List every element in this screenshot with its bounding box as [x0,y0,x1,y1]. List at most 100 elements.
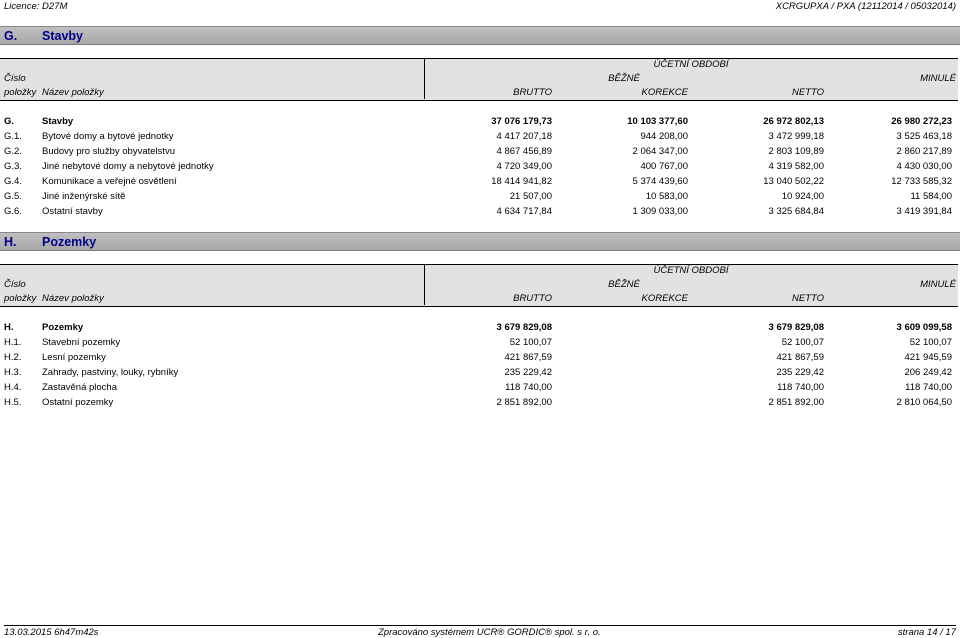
row-brutto: 52 100,07 [509,337,552,348]
row-code: H.2. [4,352,22,363]
table-row: G. Stavby 37 076 179,73 10 103 377,60 26… [0,116,960,130]
header-brutto: BRUTTO [513,87,552,98]
licence-text: Licence: D27M [4,1,68,12]
row-netto: 13 040 502,22 [763,176,824,187]
row-name: Zastavěná plocha [42,382,117,393]
table-row: G.2. Budovy pro služby obyvatelstvu 4 86… [0,146,960,160]
table-row: H. Pozemky 3 679 829,08 3 679 829,08 3 6… [0,322,960,336]
row-code: H.4. [4,382,22,393]
row-code: G.4. [4,176,22,187]
row-netto: 3 325 684,84 [768,206,824,217]
row-name: Ostatní pozemky [42,397,114,408]
row-code: G.2. [4,146,22,157]
table-row: G.1. Bytové domy a bytové jednotky 4 417… [0,131,960,145]
section-code: G. [4,29,18,43]
table-row: H.3. Zahrady, pastviny, louky, rybníky 2… [0,367,960,381]
header-netto: NETTO [791,87,824,98]
row-netto: 10 924,00 [781,191,824,202]
section-code: H. [4,235,17,249]
row-netto: 26 972 802,13 [763,116,824,127]
row-code: H.5. [4,397,22,408]
row-code: H.3. [4,367,22,378]
row-name: Ostatní stavby [42,206,103,217]
row-code: G. [4,116,15,127]
table-row: G.6. Ostatní stavby 4 634 717,84 1 309 0… [0,206,960,220]
report-code: XCRGUPXA / PXA (12112014 / 05032014) [775,1,956,12]
row-minule: 4 430 030,00 [896,161,952,172]
table-row: G.5. Jiné inženýrské sítě 21 507,00 10 5… [0,191,960,205]
table-row: H.5. Ostatní pozemky 2 851 892,00 2 851 … [0,397,960,411]
header-ucetni-obdobi: ÚČETNÍ OBDOBÍ [653,59,729,70]
row-brutto: 18 414 941,82 [491,176,552,187]
footer-page-number: strana 14 / 17 [897,627,956,638]
row-name: Bytové domy a bytové jednotky [42,131,174,142]
row-code: G.3. [4,161,22,172]
row-minule: 3 525 463,18 [896,131,952,142]
section-title-h: H. Pozemky [0,232,960,251]
row-code: G.1. [4,131,22,142]
row-korekce: 400 767,00 [640,161,688,172]
row-code: G.6. [4,206,22,217]
row-name: Pozemky [42,322,84,333]
section-name: Pozemky [42,235,97,249]
row-name: Stavební pozemky [42,337,121,348]
table-row: H.4. Zastavěná plocha 118 740,00 118 740… [0,382,960,396]
row-name: Jiné nebytové domy a nebytové jednotky [42,161,214,172]
header-bezne: BĚŽNÉ [608,279,640,290]
row-netto: 421 867,59 [776,352,824,363]
row-brutto: 4 720 349,00 [496,161,552,172]
row-korekce: 1 309 033,00 [632,206,688,217]
row-netto: 2 851 892,00 [768,397,824,408]
row-code: H.1. [4,337,22,348]
row-netto: 235 229,42 [776,367,824,378]
row-korekce: 5 374 439,60 [632,176,688,187]
row-name: Komunikace a veřejné osvětlení [42,176,177,187]
row-brutto: 4 417 207,18 [496,131,552,142]
row-name: Stavby [42,116,74,127]
table-row: G.4. Komunikace a veřejné osvětlení 18 4… [0,176,960,190]
row-brutto: 235 229,42 [504,367,552,378]
row-minule: 2 860 217,89 [896,146,952,157]
row-netto: 2 803 109,89 [768,146,824,157]
row-korekce: 2 064 347,00 [632,146,688,157]
row-minule: 26 980 272,23 [891,116,952,127]
row-minule: 3 609 099,58 [896,322,952,333]
section-title-g: G. Stavby [0,26,960,45]
row-code: G.5. [4,191,22,202]
header-korekce: KOREKCE [641,87,688,98]
row-name: Budovy pro služby obyvatelstvu [42,146,176,157]
row-minule: 2 810 064,50 [896,397,952,408]
table-row: H.1. Stavební pozemky 52 100,07 52 100,0… [0,337,960,351]
header-minule: MINULÉ [920,279,956,290]
row-netto: 118 740,00 [777,382,824,393]
row-minule: 11 584,00 [910,191,952,202]
row-name: Lesní pozemky [42,352,106,363]
header-ucetni-obdobi: ÚČETNÍ OBDOBÍ [653,265,729,276]
header-cislo: Číslo [4,73,26,84]
row-brutto: 37 076 179,73 [491,116,552,127]
section-name: Stavby [42,29,83,43]
footer-timestamp: 13.03.2015 6h47m42s [4,627,99,638]
row-code: H. [4,322,14,333]
row-korekce: 10 583,00 [645,191,688,202]
row-netto: 3 472 999,18 [768,131,824,142]
row-minule: 52 100,07 [909,337,952,348]
header-nazev: Název položky [42,293,104,304]
row-brutto: 118 740,00 [505,382,552,393]
report-header: Licence: D27M XCRGUPXA / PXA (12112014 /… [4,0,956,12]
row-netto: 52 100,07 [781,337,824,348]
header-nazev: Název položky [42,87,104,98]
header-brutto: BRUTTO [513,293,552,304]
footer-processed-by: Zpracováno systémem UCR® GORDIC® spol. s… [378,627,601,638]
report-footer: 13.03.2015 6h47m42s Zpracováno systémem … [4,625,956,638]
header-polozky: položky [4,293,37,304]
row-korekce: 944 208,00 [640,131,688,142]
row-brutto: 2 851 892,00 [496,397,552,408]
row-minule: 12 733 585,32 [891,176,952,187]
table-row: H.2. Lesní pozemky 421 867,59 421 867,59… [0,352,960,366]
row-netto: 4 319 582,00 [768,161,824,172]
row-brutto: 421 867,59 [504,352,552,363]
header-bezne: BĚŽNÉ [608,73,640,84]
row-brutto: 4 634 717,84 [496,206,552,217]
row-name: Zahrady, pastviny, louky, rybníky [42,367,179,378]
